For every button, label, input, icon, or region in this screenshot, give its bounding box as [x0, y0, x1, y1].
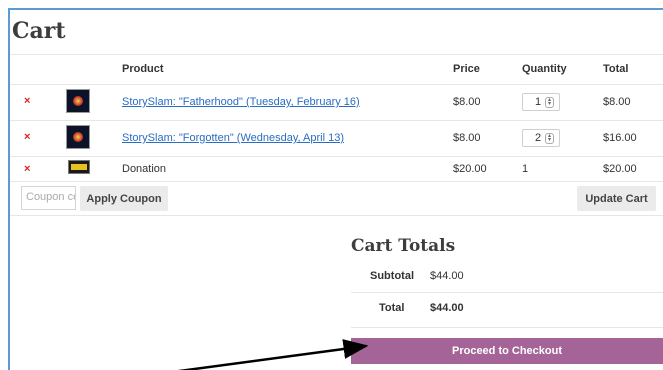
annotation-arrow-icon: [177, 339, 369, 370]
